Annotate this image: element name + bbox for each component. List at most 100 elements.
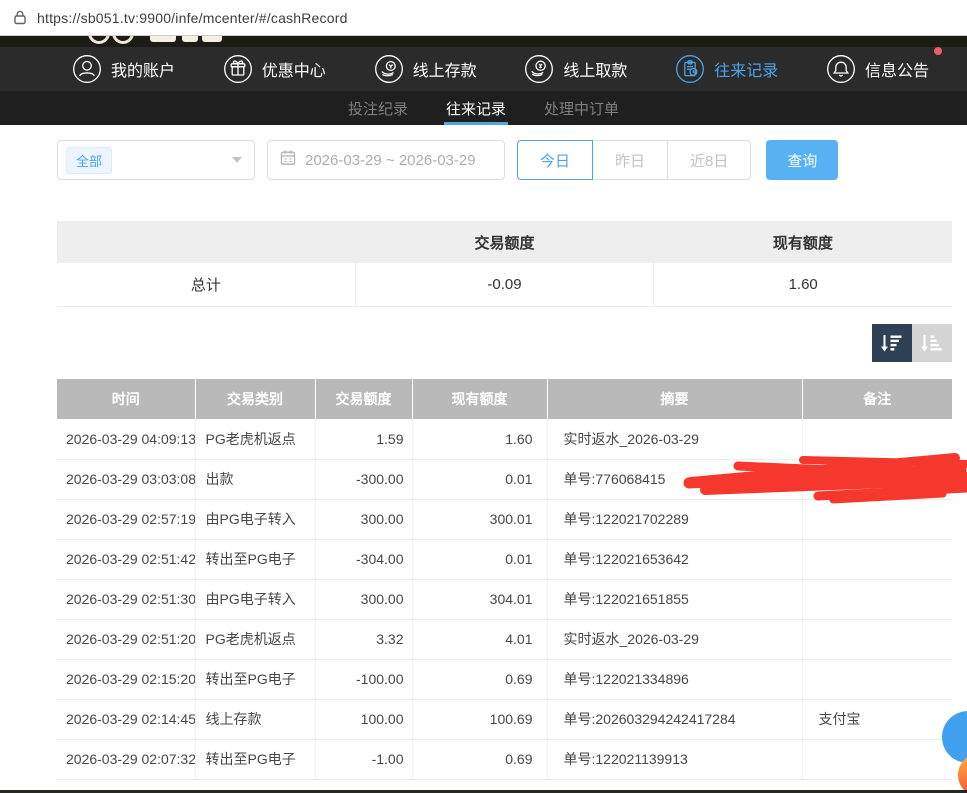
today-button[interactable]: 今日 bbox=[517, 140, 593, 180]
cell-current-amount: 0.69 bbox=[412, 739, 547, 779]
records-icon bbox=[675, 54, 705, 84]
cell-time: 2026-03-29 02:15:20 bbox=[57, 659, 195, 699]
nav-item-announcements[interactable]: 信息公告 bbox=[826, 54, 929, 84]
cell-transaction-amount: 300.00 bbox=[315, 499, 412, 539]
cell-type: PG老虎机返点 bbox=[195, 419, 315, 459]
cell-note bbox=[802, 419, 952, 459]
nav-label: 优惠中心 bbox=[262, 57, 326, 81]
tab-transaction-records[interactable]: 往来记录 bbox=[444, 91, 508, 125]
cell-summary: 实时返水_2026-03-29 bbox=[547, 419, 802, 459]
cell-current-amount: 4.01 bbox=[412, 619, 547, 659]
button-label: 今日 bbox=[540, 150, 570, 171]
cell-transaction-amount: -304.00 bbox=[315, 539, 412, 579]
cell-transaction-amount: -100.00 bbox=[315, 659, 412, 699]
cell-summary: 单号:122021653642 bbox=[547, 539, 802, 579]
cell-transaction-amount: -1.00 bbox=[315, 739, 412, 779]
cell-summary: 单号:202603294242417284 bbox=[547, 699, 802, 739]
sub-nav: 投注纪录 往来记录 处理中订单 bbox=[0, 91, 967, 125]
cell-transaction-amount: 100.00 bbox=[315, 699, 412, 739]
nav-item-online-deposit[interactable]: 线上存款 bbox=[374, 54, 477, 84]
summary-total-row: 总计 -0.09 1.60 bbox=[57, 263, 952, 306]
cell-current-amount: 0.01 bbox=[412, 539, 547, 579]
summary-current-amount: 1.60 bbox=[653, 263, 952, 306]
withdraw-icon bbox=[524, 54, 554, 84]
deposit-icon bbox=[374, 54, 404, 84]
cell-note bbox=[802, 499, 952, 539]
cell-transaction-amount: 1.59 bbox=[315, 419, 412, 459]
date-range-text: 2026-03-29 ~ 2026-03-29 bbox=[305, 152, 476, 169]
sort-ascending-button[interactable] bbox=[912, 324, 952, 362]
cell-type: 出款 bbox=[195, 459, 315, 499]
nav-label: 线上取款 bbox=[563, 57, 627, 81]
search-button[interactable]: 查询 bbox=[766, 140, 838, 180]
table-row: 2026-03-29 02:51:30 由PG电子转入 300.00 304.0… bbox=[57, 579, 952, 619]
col-header-note: 备注 bbox=[802, 379, 952, 419]
nav-label: 信息公告 bbox=[865, 57, 929, 81]
records-table-header: 时间 交易类别 交易额度 现有额度 摘要 备注 bbox=[57, 379, 952, 419]
cell-current-amount: 1.60 bbox=[412, 419, 547, 459]
cell-current-amount: 300.01 bbox=[412, 499, 547, 539]
nav-item-transaction-records[interactable]: 往来记录 bbox=[675, 54, 778, 84]
table-row: 2026-03-29 02:15:20 转出至PG电子 -100.00 0.69… bbox=[57, 659, 952, 699]
nav-item-promotions[interactable]: 优惠中心 bbox=[223, 54, 326, 84]
bell-icon bbox=[826, 54, 856, 84]
cell-type: 由PG电子转入 bbox=[195, 579, 315, 619]
sort-ascending-icon bbox=[920, 331, 944, 355]
table-row: 2026-03-29 02:14:45 线上存款 100.00 100.69 单… bbox=[57, 699, 952, 739]
nav-item-online-withdrawal[interactable]: 线上取款 bbox=[524, 54, 627, 84]
user-icon bbox=[72, 54, 102, 84]
nav-label: 我的账户 bbox=[111, 57, 175, 81]
cell-type: 线上存款 bbox=[195, 699, 315, 739]
logo-shape bbox=[112, 36, 134, 44]
col-header-current-amount: 现有额度 bbox=[412, 379, 547, 419]
table-row: 2026-03-29 04:09:13 PG老虎机返点 1.59 1.60 实时… bbox=[57, 419, 952, 459]
cell-summary: 单号:122021139913 bbox=[547, 739, 802, 779]
site-logo-partial bbox=[0, 36, 967, 47]
nav-item-my-account[interactable]: 我的账户 bbox=[72, 54, 175, 84]
main-nav: 我的账户 优惠中心 线上存款 线上取款 往来记录 bbox=[0, 47, 967, 91]
type-select[interactable]: 全部 bbox=[57, 140, 255, 180]
calendar-icon bbox=[280, 149, 296, 171]
cell-note: 支付宝 bbox=[802, 699, 952, 739]
col-header-type: 交易类别 bbox=[195, 379, 315, 419]
gift-icon bbox=[223, 54, 253, 84]
summary-table: 交易额度 现有额度 总计 -0.09 1.60 bbox=[57, 221, 952, 307]
button-label: 近8日 bbox=[690, 150, 728, 171]
nav-label: 线上存款 bbox=[413, 57, 477, 81]
cell-summary: 实时返水_2026-03-29 bbox=[547, 619, 802, 659]
cell-note bbox=[802, 459, 952, 499]
tab-label: 往来记录 bbox=[446, 98, 506, 119]
cell-time: 2026-03-29 02:51:42 bbox=[57, 539, 195, 579]
quick-date-buttons: 今日 昨日 近8日 bbox=[517, 140, 751, 180]
cell-transaction-amount: 300.00 bbox=[315, 579, 412, 619]
sort-descending-icon bbox=[880, 331, 904, 355]
tab-label: 处理中订单 bbox=[544, 98, 619, 119]
lock-icon bbox=[13, 9, 27, 26]
yesterday-button[interactable]: 昨日 bbox=[593, 140, 668, 180]
date-range-input[interactable]: 2026-03-29 ~ 2026-03-29 bbox=[267, 140, 505, 180]
cell-time: 2026-03-29 02:51:20 bbox=[57, 619, 195, 659]
table-row: 2026-03-29 02:51:20 PG老虎机返点 3.32 4.01 实时… bbox=[57, 619, 952, 659]
notification-badge bbox=[934, 47, 942, 55]
sort-descending-button[interactable] bbox=[872, 324, 912, 362]
summary-header-transaction-amount: 交易额度 bbox=[355, 232, 653, 253]
cell-type: 由PG电子转入 bbox=[195, 499, 315, 539]
cell-current-amount: 0.69 bbox=[412, 659, 547, 699]
records-table: 时间 交易类别 交易额度 现有额度 摘要 备注 2026-03-29 04:09… bbox=[57, 379, 952, 780]
last-8-days-button[interactable]: 近8日 bbox=[668, 140, 751, 180]
summary-header-current-amount: 现有额度 bbox=[654, 232, 952, 253]
tab-pending-orders[interactable]: 处理中订单 bbox=[542, 91, 621, 125]
cell-time: 2026-03-29 02:07:32 bbox=[57, 739, 195, 779]
cell-time: 2026-03-29 04:09:13 bbox=[57, 419, 195, 459]
cell-note bbox=[802, 539, 952, 579]
cell-time: 2026-03-29 03:03:08 bbox=[57, 459, 195, 499]
logo-shape bbox=[88, 36, 110, 44]
col-header-transaction-amount: 交易额度 bbox=[315, 379, 412, 419]
tab-bet-records[interactable]: 投注纪录 bbox=[346, 91, 410, 125]
button-label: 昨日 bbox=[615, 150, 645, 171]
table-row: 2026-03-29 02:57:19 由PG电子转入 300.00 300.0… bbox=[57, 499, 952, 539]
cell-note bbox=[802, 579, 952, 619]
table-row: 2026-03-29 02:07:32 转出至PG电子 -1.00 0.69 单… bbox=[57, 739, 952, 779]
browser-url-bar[interactable]: https://sb051.tv:9900/infe/mcenter/#/cas… bbox=[0, 0, 967, 36]
summary-total-label: 总计 bbox=[57, 263, 355, 306]
